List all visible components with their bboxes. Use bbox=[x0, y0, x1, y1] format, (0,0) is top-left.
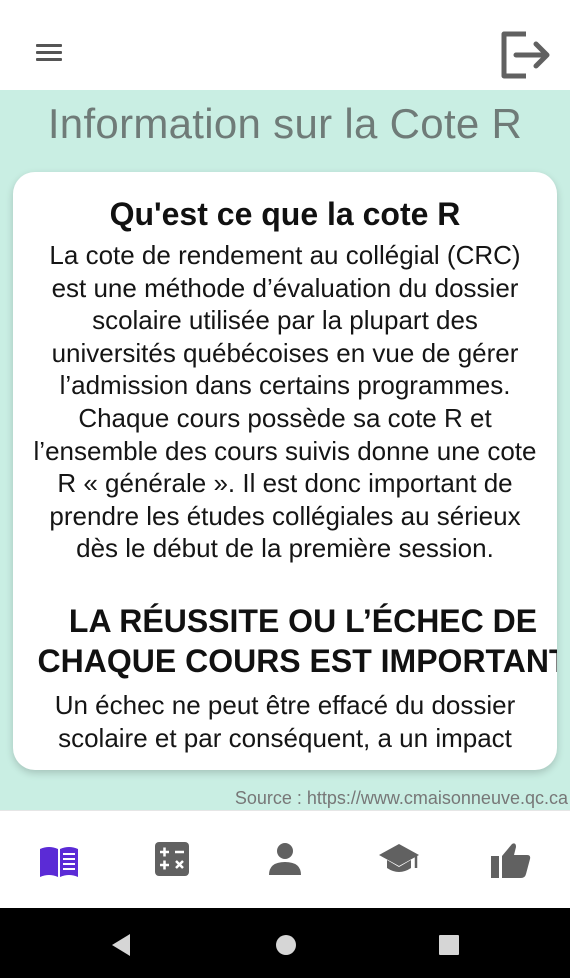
app-bar bbox=[0, 0, 570, 90]
nav-item-info[interactable] bbox=[38, 841, 82, 881]
bottom-navigation bbox=[0, 810, 570, 909]
nav-item-calculator[interactable] bbox=[154, 841, 198, 881]
menu-icon bbox=[36, 44, 62, 47]
nav-item-graduation[interactable] bbox=[378, 841, 422, 881]
page-title: Information sur la Cote R bbox=[47, 100, 523, 147]
logout-button[interactable] bbox=[500, 30, 552, 80]
system-navigation-bar bbox=[0, 908, 570, 978]
nav-item-feedback[interactable] bbox=[490, 841, 534, 881]
graduation-cap-icon bbox=[379, 844, 419, 872]
source-link[interactable]: Source : https://www.cmaisonneuve.qc.ca bbox=[235, 788, 568, 809]
book-icon bbox=[40, 847, 78, 877]
system-home-button[interactable] bbox=[271, 930, 301, 960]
person-icon bbox=[269, 843, 301, 875]
card-body: La cote de rendement au collégial (CRC) … bbox=[33, 240, 537, 564]
calculator-icon bbox=[155, 842, 189, 876]
main-content: Information sur la Cote R Qu'est ce que … bbox=[0, 90, 570, 810]
section-body: Un échec ne peut être effacé du dossier … bbox=[54, 689, 516, 753]
menu-button[interactable] bbox=[36, 44, 64, 64]
back-icon bbox=[112, 934, 130, 956]
recents-icon bbox=[439, 935, 459, 955]
system-back-button[interactable] bbox=[106, 930, 136, 960]
info-card[interactable]: Qu'est ce que la cote R La cote de rende… bbox=[13, 172, 557, 770]
logout-icon bbox=[501, 31, 550, 79]
thumb-up-icon bbox=[491, 843, 531, 878]
card-heading: Qu'est ce que la cote R bbox=[109, 196, 461, 232]
home-icon bbox=[276, 935, 296, 955]
section-heading: LA RÉUSSITE OU L’ÉCHEC DE CHAQUE COURS E… bbox=[37, 602, 557, 679]
system-recents-button[interactable] bbox=[434, 930, 464, 960]
nav-item-profile[interactable] bbox=[268, 841, 312, 881]
